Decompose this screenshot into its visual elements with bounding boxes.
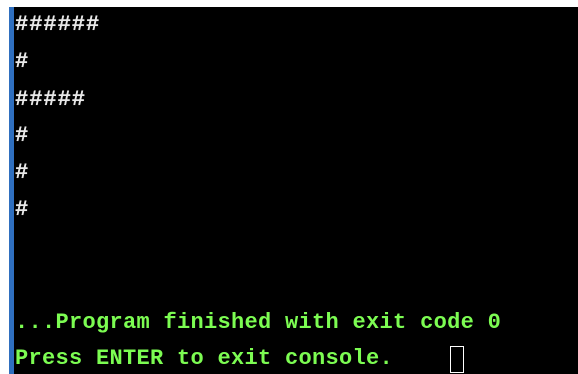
output-line-3: ##### <box>15 87 87 112</box>
output-line-1: ###### <box>15 12 101 37</box>
terminal-console[interactable]: ###### # ##### # # # ...Program finished… <box>9 7 578 374</box>
output-line-5: # <box>15 160 30 185</box>
press-enter-message: Press ENTER to exit console. <box>15 346 394 371</box>
exit-code-message: ...Program finished with exit code 0 <box>15 310 502 335</box>
text-cursor <box>450 346 464 373</box>
output-line-2: # <box>15 49 30 74</box>
output-line-6: # <box>15 197 30 222</box>
console-left-border <box>9 7 14 374</box>
output-line-4: # <box>15 123 30 148</box>
